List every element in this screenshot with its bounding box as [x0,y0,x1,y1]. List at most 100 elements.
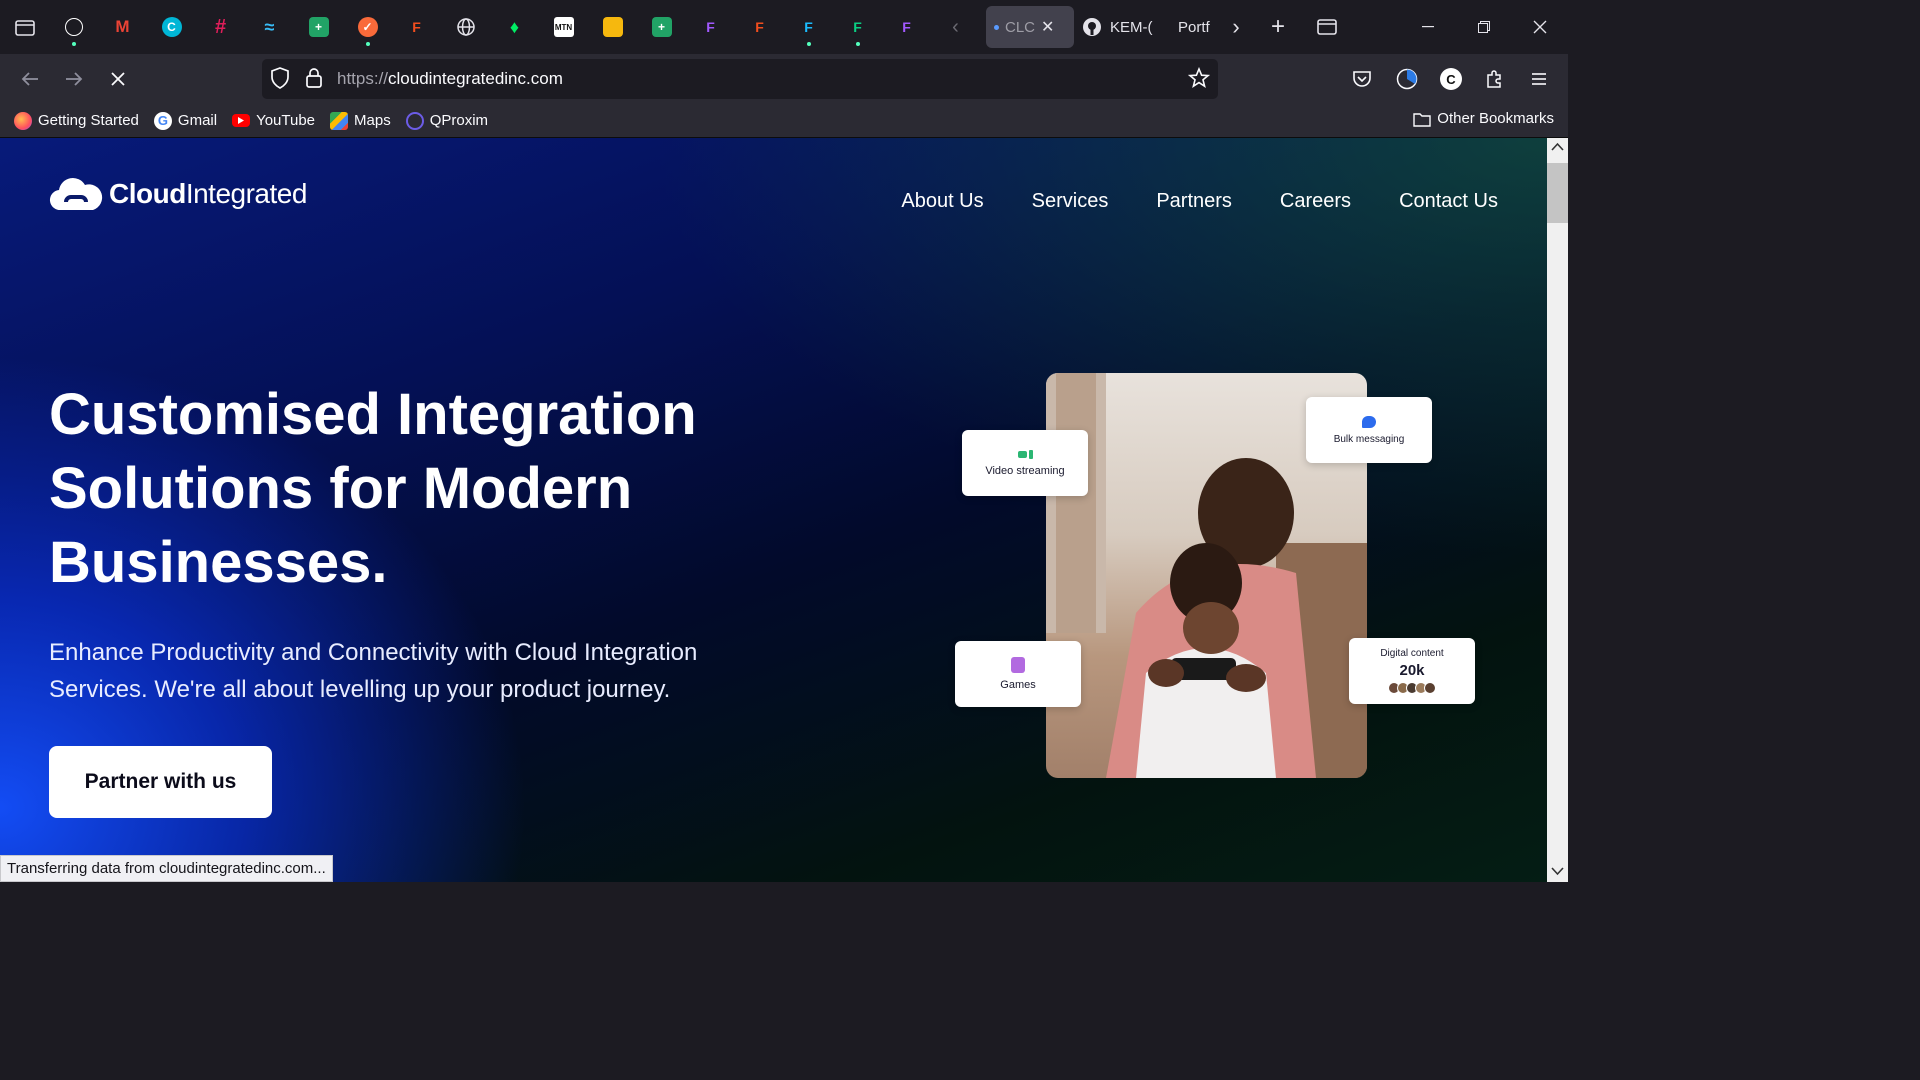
logo-text-bold: Cloud [109,178,186,209]
pinned-tab-mtn-icon[interactable]: MTN [539,0,588,54]
youtube-icon [232,114,251,127]
nav-partners[interactable]: Partners [1156,190,1232,213]
tab-portfolio-label: Portf [1178,18,1210,36]
site-navigation: About Us Services Partners Careers Conta… [901,190,1498,213]
url-text[interactable]: https://cloudintegratedinc.com [337,69,563,89]
logo-text-light: Integrated [185,178,308,209]
account-avatar-icon[interactable]: C [1435,63,1467,95]
tab-active-label: CLC [1005,18,1036,36]
pinned-tab-figma2-icon[interactable]: F [686,0,735,54]
nav-about-us[interactable]: About Us [901,190,983,213]
digital-content-card: Digital content 20k [1349,638,1475,704]
extensions-puzzle-icon[interactable] [1479,63,1511,95]
hero-title: Customised Integration Solutions for Mod… [49,382,697,595]
url-bar[interactable]: https://cloudintegratedinc.com [262,59,1218,99]
bookmark-label: Maps [354,112,391,129]
scroll-up-arrow-icon[interactable] [1547,138,1568,156]
web-page: CloudIntegrated About Us Services Partne… [0,138,1547,882]
other-bookmarks[interactable]: Other Bookmarks [1413,110,1554,127]
tab-overview-icon[interactable] [0,0,49,54]
app-menu-icon[interactable] [1523,63,1555,95]
pinned-tab-sheets2-icon[interactable]: + [637,0,686,54]
games-label: Games [1000,679,1036,691]
tracking-protection-shield-icon[interactable] [270,67,290,94]
back-icon[interactable] [8,54,52,104]
avatar [1424,682,1436,694]
pinned-tab-tailwind-icon[interactable]: ≈ [245,0,294,54]
close-tab-icon[interactable]: ✕ [1041,17,1054,37]
other-bookmarks-label: Other Bookmarks [1437,110,1554,127]
forward-icon[interactable] [52,54,96,104]
tab-github[interactable]: KEM-( [1074,6,1170,48]
logo-text: CloudIntegrated [109,178,307,210]
bookmarks-toolbar: Getting Started G Gmail YouTube Maps QPr… [0,104,1568,138]
tab-portfolio[interactable]: Portf [1170,6,1218,48]
partner-with-us-button[interactable]: Partner with us [49,746,272,818]
maps-icon [330,111,349,130]
url-protocol: https:// [337,69,389,88]
scroll-tabs-right-icon[interactable]: › [1218,0,1254,54]
browser-window: M C # ≈ + ✓ F ♦ MTN + F F F F F ‹ CLC ✕ … [0,0,1568,882]
avatar-stack [1388,682,1436,694]
firefox-icon [14,111,32,130]
bookmark-maps[interactable]: Maps [330,111,391,130]
pinned-tab-figma3-icon[interactable]: F [735,0,784,54]
nav-careers[interactable]: Careers [1280,190,1351,213]
new-tab-icon[interactable]: + [1254,0,1302,54]
pinned-tab-figma6-icon[interactable]: F [882,0,931,54]
scrollbar-thumb[interactable] [1547,163,1568,223]
bookmark-gmail[interactable]: G Gmail [153,111,218,130]
pinned-tab-slides-icon[interactable] [588,0,637,54]
cloud-logo-icon [49,177,103,211]
pinned-tab-canva-icon[interactable]: C [147,0,196,54]
pinned-tab-slack-icon[interactable]: # [196,0,245,54]
bookmark-getting-started[interactable]: Getting Started [14,111,139,130]
pinned-tab-sheets-icon[interactable]: + [294,0,343,54]
padlock-icon[interactable] [306,67,322,94]
pinned-tab-figma-icon[interactable]: F [392,0,441,54]
scroll-down-arrow-icon[interactable] [1547,862,1568,880]
tab-strip: M C # ≈ + ✓ F ♦ MTN + F F F F F ‹ CLC ✕ … [0,0,1568,54]
digital-content-count: 20k [1399,662,1425,679]
bulk-messaging-card: Bulk messaging [1306,397,1432,463]
navigation-toolbar: https://cloudintegratedinc.com C [0,54,1568,104]
pinned-tab-figma4-icon[interactable]: F [784,0,833,54]
close-window-icon[interactable] [1512,0,1568,54]
tab-github-label: KEM-( [1110,18,1153,36]
qproxim-icon [405,111,424,130]
stop-loading-icon[interactable] [96,54,140,104]
folder-icon [1413,112,1431,127]
video-streaming-card: Video streaming [962,430,1088,496]
url-host: cloudintegratedinc.com [388,69,563,88]
list-all-tabs-icon[interactable] [1302,0,1351,54]
restore-icon[interactable] [1456,0,1512,54]
bookmark-qproxim[interactable]: QProxim [405,111,489,130]
pinned-tab-mongodb-icon[interactable]: ♦ [490,0,539,54]
tab-active[interactable]: CLC ✕ [986,6,1074,48]
nav-services[interactable]: Services [1032,190,1109,213]
page-scrollbar[interactable] [1547,138,1568,882]
bookmark-label: QProxim [429,112,489,129]
nav-contact-us[interactable]: Contact Us [1399,190,1498,213]
pinned-tab-globe-icon[interactable] [441,0,490,54]
pinned-tab-figma5-icon[interactable]: F [833,0,882,54]
pinned-tab-todo-icon[interactable]: ✓ [343,0,392,54]
pinned-tab-gmail-icon[interactable]: M [98,0,147,54]
minimize-icon[interactable] [1400,0,1456,54]
bookmark-label: Getting Started [38,112,139,129]
bookmark-label: YouTube [256,112,316,129]
github-icon [1083,18,1101,36]
site-logo[interactable]: CloudIntegrated [49,176,307,212]
pocket-icon[interactable] [1346,63,1378,95]
game-controller-icon [1011,657,1025,673]
bookmark-label: Gmail [177,112,218,129]
loading-dot-icon [994,24,999,30]
chat-bubble-icon [1362,415,1376,428]
bookmark-youtube[interactable]: YouTube [232,112,315,129]
hero-subtitle: Enhance Productivity and Connectivity wi… [49,639,698,703]
video-streaming-label: Video streaming [985,464,1065,477]
scroll-tabs-left-icon[interactable]: ‹ [931,0,980,54]
pinned-tab-chatgpt-icon[interactable] [49,0,98,54]
extension-timer-icon[interactable] [1391,63,1423,95]
bookmark-star-icon[interactable] [1187,66,1211,94]
